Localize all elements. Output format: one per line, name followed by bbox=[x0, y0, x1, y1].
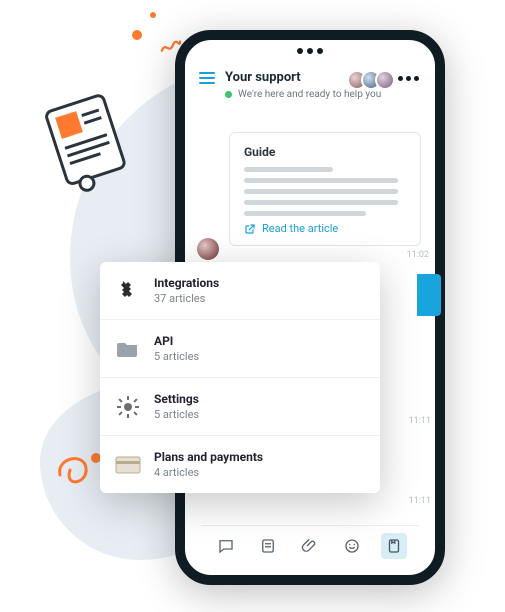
category-title: Plans and payments bbox=[154, 450, 263, 464]
text-placeholder bbox=[244, 189, 398, 194]
message-timestamp: 11:11 bbox=[409, 496, 431, 506]
categories-popup: Integrations 37 articles API 5 articles … bbox=[100, 262, 380, 493]
category-count: 5 articles bbox=[154, 408, 199, 421]
emoji-icon[interactable] bbox=[339, 533, 365, 559]
menu-icon[interactable] bbox=[199, 72, 215, 84]
category-row-settings[interactable]: Settings 5 articles bbox=[100, 378, 380, 436]
read-article-link[interactable]: Read the article bbox=[244, 222, 406, 235]
online-status-dot bbox=[225, 91, 232, 98]
message-timestamp: 11:02 bbox=[407, 250, 429, 260]
chat-header: Your support We're here and ready to hel… bbox=[199, 70, 421, 100]
category-row-api[interactable]: API 5 articles bbox=[100, 320, 380, 378]
read-article-label: Read the article bbox=[262, 222, 338, 235]
category-count: 4 articles bbox=[154, 466, 263, 479]
gear-icon bbox=[114, 393, 142, 421]
phone-speaker bbox=[297, 48, 323, 54]
category-count: 37 articles bbox=[154, 292, 219, 305]
folder-icon bbox=[114, 335, 142, 363]
guide-heading: Guide bbox=[244, 145, 406, 159]
paper-illustration bbox=[35, 90, 135, 200]
agent-avatars bbox=[353, 70, 395, 90]
category-row-integrations[interactable]: Integrations 37 articles bbox=[100, 262, 380, 320]
category-title: Settings bbox=[154, 392, 199, 406]
plug-icon bbox=[114, 277, 142, 305]
credit-card-icon bbox=[114, 451, 142, 479]
message-bubble-peek bbox=[417, 274, 441, 316]
text-placeholder bbox=[244, 178, 398, 183]
category-title: API bbox=[154, 334, 199, 348]
note-icon[interactable] bbox=[255, 533, 281, 559]
external-link-icon bbox=[244, 223, 256, 235]
text-placeholder bbox=[244, 167, 333, 172]
confetti-dot bbox=[150, 12, 156, 18]
category-count: 5 articles bbox=[154, 350, 199, 363]
category-title: Integrations bbox=[154, 276, 219, 290]
text-placeholder bbox=[244, 211, 366, 216]
category-row-plans[interactable]: Plans and payments 4 articles bbox=[100, 436, 380, 493]
message-timestamp: 11:11 bbox=[409, 416, 431, 426]
chat-title: Your support bbox=[225, 70, 301, 85]
message-icon[interactable] bbox=[213, 533, 239, 559]
composer-toolbar bbox=[201, 525, 419, 565]
agent-avatar bbox=[197, 238, 219, 260]
attachment-icon[interactable] bbox=[297, 533, 323, 559]
knowledge-base-icon[interactable] bbox=[381, 533, 407, 559]
guide-card: Guide Read the article bbox=[229, 132, 421, 246]
chat-subtitle: We're here and ready to help you bbox=[238, 89, 381, 100]
avatar bbox=[375, 70, 395, 90]
text-placeholder bbox=[244, 200, 398, 205]
confetti-dot bbox=[132, 30, 142, 40]
